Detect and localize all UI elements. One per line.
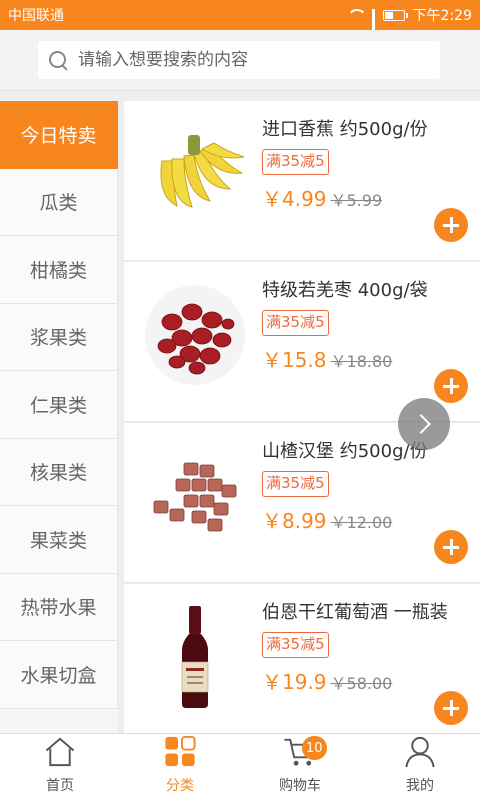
sidebar-item-citrus[interactable]: 柑橘类 — [0, 236, 118, 304]
price-row: ￥4.99 ￥5.99 — [262, 183, 382, 212]
product-card[interactable]: 进口香蕉 约500g/份 满35减5 ￥4.99 ￥5.99 — [124, 101, 480, 261]
product-name: 进口香蕉 约500g/份 — [262, 119, 428, 140]
sidebar-item-label: 热带水果 — [20, 597, 97, 620]
tab-label: 分类 — [166, 778, 194, 794]
product-price: ￥4.99 — [262, 187, 327, 211]
sidebar-item-label: 柑橘类 — [29, 259, 87, 282]
promo-tag: 满35减5 — [262, 149, 329, 175]
tab-label: 首页 — [46, 778, 74, 794]
hawthorn-cubes-image — [153, 462, 237, 532]
tab-cart[interactable]: 购物车 10 — [240, 734, 360, 800]
search-input[interactable] — [78, 50, 418, 70]
sidebar-item-label: 仁果类 — [29, 394, 87, 417]
add-to-cart-button[interactable] — [434, 208, 468, 242]
sidebar-item-label: 核果类 — [29, 462, 87, 485]
product-original-price: ￥5.99 — [330, 191, 383, 210]
product-original-price: ￥58.00 — [330, 674, 393, 693]
tab-label: 购物车 — [279, 778, 321, 794]
sidebar-item-label: 水果切盒 — [20, 664, 97, 687]
promo-tag: 满35减5 — [262, 632, 329, 658]
tab-home[interactable]: 首页 — [0, 734, 120, 800]
promo-tag: 满35减5 — [262, 471, 329, 497]
sidebar-item-cut-fruit-box[interactable]: 水果切盒 — [0, 641, 118, 709]
sidebar-item-tropical[interactable]: 热带水果 — [0, 573, 118, 641]
chevron-right-icon — [411, 414, 431, 434]
product-name: 山楂汉堡 约500g/份 — [262, 441, 428, 462]
sidebar-item-label: 浆果类 — [29, 327, 87, 350]
sidebar-item-melons[interactable]: 瓜类 — [0, 168, 118, 236]
cart-count-badge: 10 — [302, 736, 327, 760]
product-name: 特级若羌枣 400g/袋 — [262, 280, 428, 301]
product-name: 伯恩干红葡萄酒 一瓶装 — [262, 602, 448, 623]
product-original-price: ￥18.80 — [330, 352, 393, 371]
status-bar: 中国联通 下午2:29 — [0, 0, 480, 42]
red-dates-image — [145, 285, 245, 385]
sidebar-item-pome[interactable]: 仁果类 — [0, 371, 118, 439]
add-to-cart-button[interactable] — [434, 530, 468, 564]
tab-category[interactable]: 分类 — [120, 734, 240, 800]
sidebar-item-label: 果菜类 — [29, 529, 87, 552]
clock-label: 下午2:29 — [412, 8, 472, 24]
add-to-cart-button[interactable] — [434, 691, 468, 725]
tab-label: 我的 — [406, 778, 434, 794]
product-price: ￥8.99 — [262, 509, 327, 533]
product-card[interactable]: 伯恩干红葡萄酒 一瓶装 满35减5 ￥19.9 ￥58.00 — [124, 584, 480, 733]
sidebar-item-fruit-vegetables[interactable]: 果菜类 — [0, 506, 118, 574]
sidebar-item-berries[interactable]: 浆果类 — [0, 303, 118, 371]
sidebar-item-label: 今日特卖 — [20, 124, 97, 147]
product-original-price: ￥12.00 — [330, 513, 393, 532]
home-icon — [45, 737, 75, 767]
price-row: ￥8.99 ￥12.00 — [262, 505, 392, 534]
signal-icon — [371, 9, 375, 42]
price-row: ￥19.9 ￥58.00 — [262, 666, 392, 695]
search-box[interactable] — [38, 41, 440, 79]
product-price: ￥15.8 — [262, 348, 327, 372]
user-icon — [405, 736, 435, 768]
sidebar-item-label: 瓜类 — [39, 192, 78, 215]
battery-icon — [382, 9, 408, 21]
bottom-tab-bar: 首页 分类 购物车 10 我的 — [0, 733, 480, 800]
search-bar — [0, 30, 480, 91]
banana-image — [160, 135, 245, 208]
wifi-icon — [346, 8, 367, 22]
sidebar-item-today-special[interactable]: 今日特卖 — [0, 101, 118, 169]
carrier-label: 中国联通 — [8, 8, 64, 24]
floating-next-button[interactable] — [398, 398, 450, 450]
category-sidebar: 今日特卖 瓜类 柑橘类 浆果类 仁果类 核果类 果菜类 热带水果 水果切盒 — [0, 101, 118, 733]
price-row: ￥15.8 ￥18.80 — [262, 344, 392, 373]
product-price: ￥19.9 — [262, 670, 327, 694]
add-to-cart-button[interactable] — [434, 369, 468, 403]
search-icon — [48, 50, 68, 70]
red-wine-image — [181, 606, 209, 708]
sidebar-item-stone-fruit[interactable]: 核果类 — [0, 438, 118, 506]
tab-me[interactable]: 我的 — [360, 734, 480, 800]
promo-tag: 满35减5 — [262, 310, 329, 336]
category-icon — [165, 735, 196, 767]
